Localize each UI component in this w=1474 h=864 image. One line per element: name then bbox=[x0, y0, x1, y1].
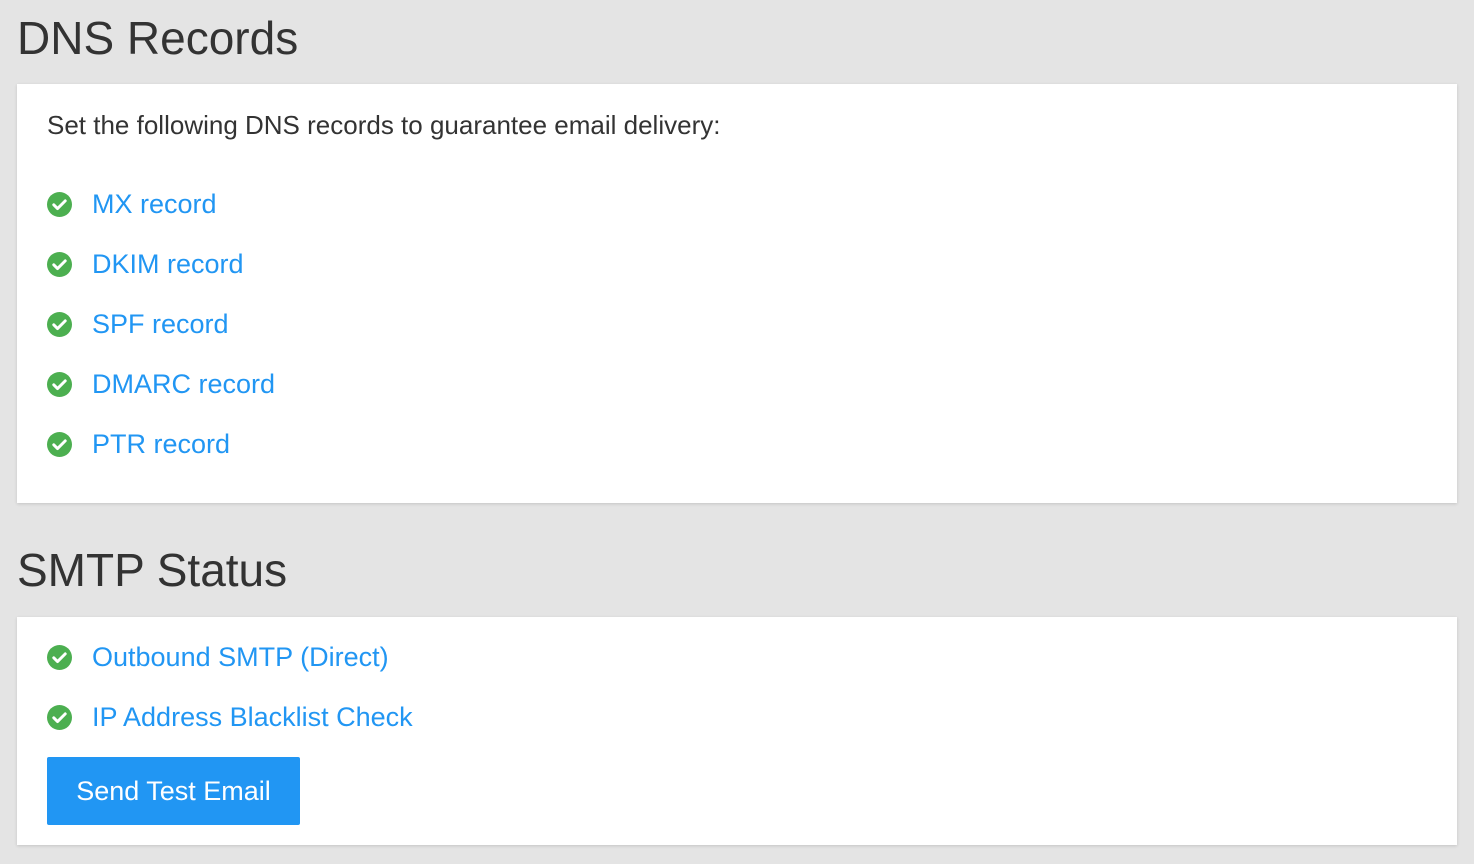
ip-blacklist-check-link[interactable]: IP Address Blacklist Check bbox=[92, 697, 413, 737]
dns-record-spf: SPF record bbox=[47, 304, 275, 364]
ptr-record-link[interactable]: PTR record bbox=[92, 424, 230, 464]
smtp-status-title: SMTP Status bbox=[17, 544, 288, 596]
page: DNS Records Set the following DNS record… bbox=[0, 0, 1474, 864]
smtp-status-card: Outbound SMTP (Direct) IP Address Blackl… bbox=[17, 617, 1457, 845]
check-circle-icon bbox=[47, 372, 72, 397]
smtp-checks-list: Outbound SMTP (Direct) IP Address Blackl… bbox=[47, 637, 413, 757]
dns-record-mx: MX record bbox=[47, 184, 275, 244]
dns-records-card: Set the following DNS records to guarant… bbox=[17, 84, 1457, 503]
smtp-check-blacklist: IP Address Blacklist Check bbox=[47, 697, 413, 757]
check-circle-icon bbox=[47, 432, 72, 457]
dns-records-title: DNS Records bbox=[17, 12, 299, 64]
dns-record-ptr: PTR record bbox=[47, 424, 275, 484]
dns-records-list: MX record DKIM record SPF record DMARC r… bbox=[47, 184, 275, 484]
dmarc-record-link[interactable]: DMARC record bbox=[92, 364, 275, 404]
dns-record-dkim: DKIM record bbox=[47, 244, 275, 304]
check-circle-icon bbox=[47, 645, 72, 670]
spf-record-link[interactable]: SPF record bbox=[92, 304, 229, 344]
outbound-smtp-link[interactable]: Outbound SMTP (Direct) bbox=[92, 637, 389, 677]
smtp-check-outbound: Outbound SMTP (Direct) bbox=[47, 637, 413, 697]
send-test-email-button[interactable]: Send Test Email bbox=[47, 757, 300, 825]
dns-records-intro: Set the following DNS records to guarant… bbox=[47, 110, 721, 140]
check-circle-icon bbox=[47, 192, 72, 217]
check-circle-icon bbox=[47, 312, 72, 337]
dkim-record-link[interactable]: DKIM record bbox=[92, 244, 244, 284]
check-circle-icon bbox=[47, 252, 72, 277]
mx-record-link[interactable]: MX record bbox=[92, 184, 217, 224]
check-circle-icon bbox=[47, 705, 72, 730]
dns-record-dmarc: DMARC record bbox=[47, 364, 275, 424]
